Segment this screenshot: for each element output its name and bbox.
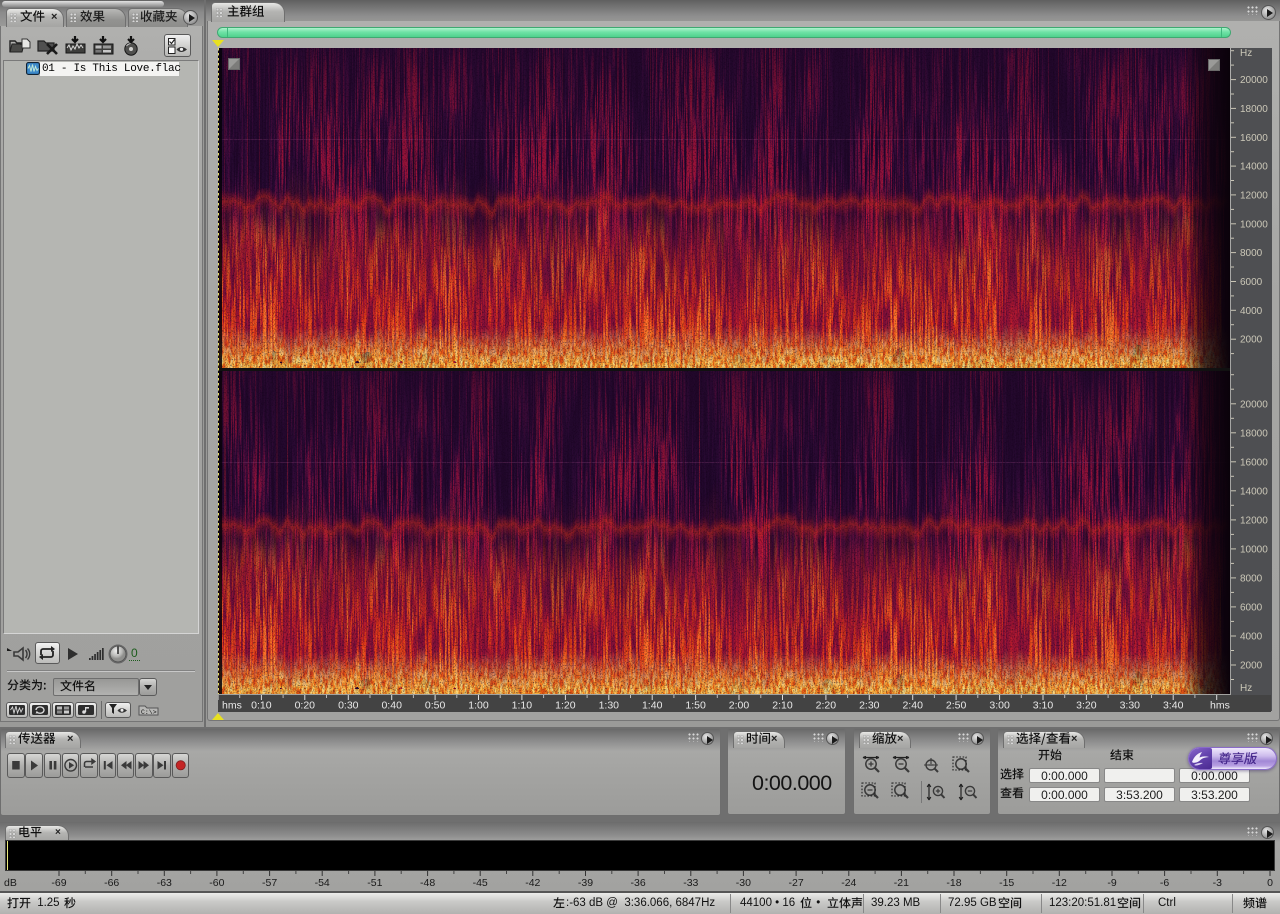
svg-text:1:50: 1:50 <box>685 700 706 712</box>
svg-text:Hz: Hz <box>1240 683 1252 694</box>
svg-text:3:20: 3:20 <box>1076 700 1097 712</box>
svg-text:1:30: 1:30 <box>599 700 620 712</box>
svg-text:0: 0 <box>1267 877 1273 889</box>
svg-text:12000: 12000 <box>1240 190 1268 201</box>
svg-text:4000: 4000 <box>1240 632 1263 643</box>
svg-text:20000: 20000 <box>1240 399 1268 410</box>
svg-text:-18: -18 <box>946 877 961 889</box>
svg-text:-24: -24 <box>841 877 856 889</box>
svg-text:2:00: 2:00 <box>729 700 750 712</box>
svg-text:2:40: 2:40 <box>902 700 923 712</box>
svg-text:8000: 8000 <box>1240 573 1263 584</box>
svg-text:4000: 4000 <box>1240 306 1263 317</box>
svg-text:-45: -45 <box>473 877 488 889</box>
svg-text:18000: 18000 <box>1240 428 1268 439</box>
svg-text:-27: -27 <box>789 877 804 889</box>
svg-text:2:50: 2:50 <box>946 700 967 712</box>
svg-text:Hz: Hz <box>1240 48 1252 59</box>
svg-text:-12: -12 <box>1052 877 1067 889</box>
svg-text:16000: 16000 <box>1240 133 1268 144</box>
svg-text:-30: -30 <box>736 877 751 889</box>
svg-text:hms: hms <box>1210 700 1230 712</box>
svg-text:10000: 10000 <box>1240 219 1268 230</box>
svg-text:-42: -42 <box>525 877 540 889</box>
svg-text:-66: -66 <box>104 877 119 889</box>
svg-text:3:30: 3:30 <box>1120 700 1141 712</box>
svg-text:18000: 18000 <box>1240 104 1268 115</box>
svg-text:-21: -21 <box>894 877 909 889</box>
svg-text:0:10: 0:10 <box>251 700 272 712</box>
svg-text:-9: -9 <box>1107 877 1116 889</box>
svg-text:3:00: 3:00 <box>989 700 1010 712</box>
svg-text:0:20: 0:20 <box>295 700 316 712</box>
svg-text:10000: 10000 <box>1240 544 1268 555</box>
svg-text:-15: -15 <box>999 877 1014 889</box>
svg-text:-60: -60 <box>209 877 224 889</box>
svg-text:12000: 12000 <box>1240 515 1268 526</box>
svg-text:hms: hms <box>222 700 242 712</box>
svg-text:1:10: 1:10 <box>512 700 533 712</box>
svg-text:-48: -48 <box>420 877 435 889</box>
svg-text:14000: 14000 <box>1240 162 1268 173</box>
svg-text:-3: -3 <box>1213 877 1222 889</box>
svg-text:-6: -6 <box>1160 877 1169 889</box>
svg-text:1:20: 1:20 <box>555 700 576 712</box>
svg-text:16000: 16000 <box>1240 457 1268 468</box>
svg-text:0:50: 0:50 <box>425 700 446 712</box>
svg-text:8000: 8000 <box>1240 248 1263 259</box>
svg-text:-39: -39 <box>578 877 593 889</box>
svg-text:-51: -51 <box>367 877 382 889</box>
svg-text:1:00: 1:00 <box>468 700 489 712</box>
svg-text:2:30: 2:30 <box>859 700 880 712</box>
svg-text:-57: -57 <box>262 877 277 889</box>
svg-text:2000: 2000 <box>1240 661 1263 672</box>
svg-text:-33: -33 <box>683 877 698 889</box>
svg-text:1:40: 1:40 <box>642 700 663 712</box>
svg-text:6000: 6000 <box>1240 277 1263 288</box>
svg-text:-63: -63 <box>157 877 172 889</box>
svg-text:3:40: 3:40 <box>1163 700 1184 712</box>
svg-text:2000: 2000 <box>1240 335 1263 346</box>
svg-text:3:10: 3:10 <box>1033 700 1054 712</box>
svg-text:-54: -54 <box>315 877 330 889</box>
svg-text:-36: -36 <box>631 877 646 889</box>
svg-text:20000: 20000 <box>1240 75 1268 86</box>
svg-text:14000: 14000 <box>1240 486 1268 497</box>
svg-text:2:20: 2:20 <box>816 700 837 712</box>
svg-text:0:40: 0:40 <box>381 700 402 712</box>
svg-text:6000: 6000 <box>1240 602 1263 613</box>
svg-text:-69: -69 <box>51 877 66 889</box>
svg-text:dB: dB <box>4 877 17 889</box>
svg-text:C:\>: C:\> <box>141 709 157 716</box>
svg-text:2:10: 2:10 <box>772 700 793 712</box>
svg-text:0:30: 0:30 <box>338 700 359 712</box>
